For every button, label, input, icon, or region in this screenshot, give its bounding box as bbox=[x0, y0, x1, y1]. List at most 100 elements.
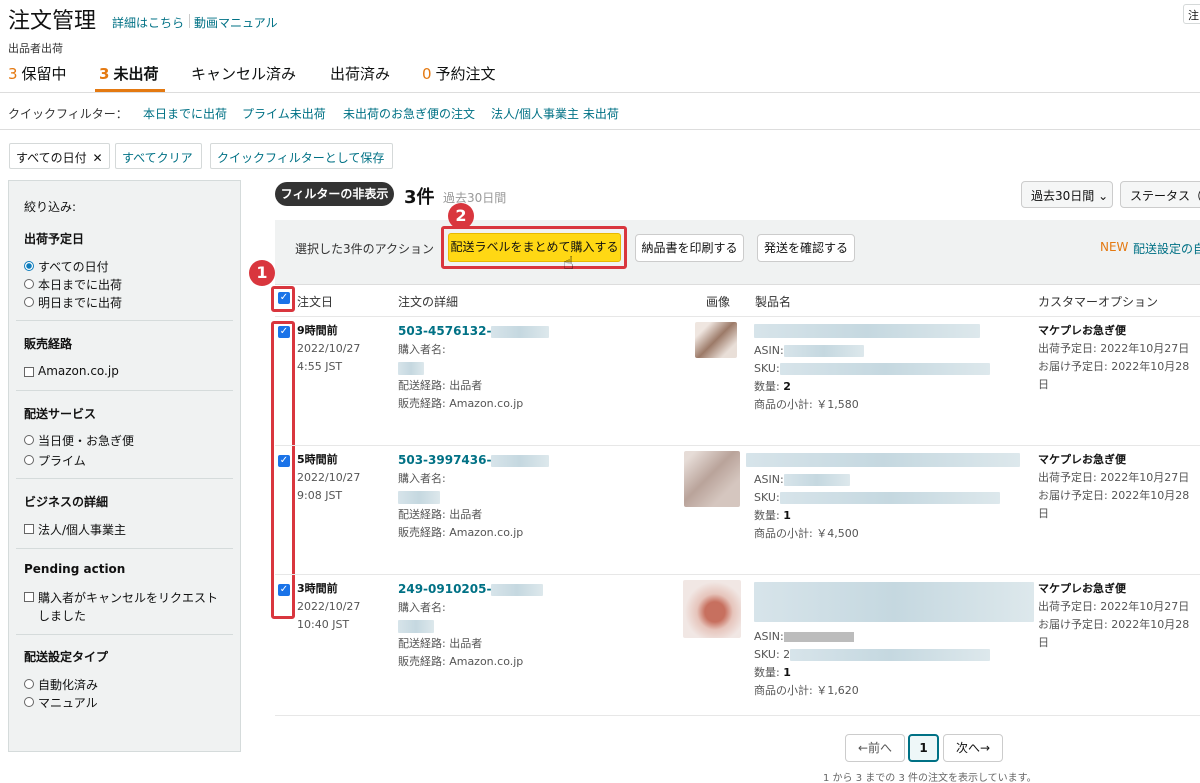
redacted bbox=[779, 492, 1000, 504]
highlight-box-select-all bbox=[271, 286, 295, 312]
column-header-product[interactable]: 製品名 bbox=[755, 293, 791, 310]
ship-type-automated[interactable]: 自動化済み bbox=[24, 676, 98, 693]
product-image[interactable] bbox=[683, 580, 741, 638]
tab-preorder[interactable]: 0 予約注文 bbox=[422, 63, 496, 84]
service-prime[interactable]: プライム bbox=[24, 452, 86, 469]
radio[interactable] bbox=[24, 297, 34, 307]
sidebar-divider bbox=[16, 548, 233, 549]
tab-shipped[interactable]: 出荷済み bbox=[330, 63, 390, 84]
sidebar-divider bbox=[16, 320, 233, 321]
column-header-date[interactable]: 注文日 bbox=[297, 293, 333, 310]
product-image[interactable] bbox=[684, 451, 740, 507]
pending-cancel-request[interactable]: 購入者がキャンセルをリクエストしました bbox=[24, 589, 229, 625]
radio-selected[interactable] bbox=[24, 261, 34, 271]
row-divider bbox=[275, 316, 1200, 317]
print-slips-button[interactable]: 納品書を印刷する bbox=[635, 234, 744, 262]
sidebar-divider bbox=[16, 634, 233, 635]
redacted-product-name bbox=[746, 453, 1020, 467]
product-cell: ASIN: SKU: 数量: 1 商品の小計: ￥4,500 bbox=[746, 451, 1021, 543]
tab-unshipped[interactable]: 3 未出荷 bbox=[99, 63, 158, 84]
ship-type-manual[interactable]: マニュアル bbox=[24, 694, 98, 711]
hide-filters-button[interactable]: フィルターの非表示 bbox=[275, 182, 394, 206]
current-page[interactable]: 1 bbox=[908, 734, 939, 762]
checkbox[interactable] bbox=[24, 592, 34, 602]
pending-heading: Pending action bbox=[24, 562, 126, 576]
channel-heading: 販売経路 bbox=[24, 337, 73, 351]
business-option[interactable]: 法人/個人事業主 bbox=[24, 521, 126, 538]
quick-filter-business[interactable]: 法人/個人事業主 未出荷 bbox=[491, 105, 619, 122]
table-top-border bbox=[275, 284, 1200, 285]
order-date-cell: 9時間前 2022/10/27 4:55 JST bbox=[297, 324, 361, 373]
result-period: 過去30日間 bbox=[443, 191, 507, 205]
redacted bbox=[491, 584, 544, 596]
next-page-button[interactable]: 次へ→ bbox=[943, 734, 1003, 762]
ship-date-heading: 出荷予定日 bbox=[24, 232, 85, 246]
redacted bbox=[398, 361, 424, 375]
video-manual-link[interactable]: 動画マニュアル bbox=[194, 14, 278, 31]
ship-date-all[interactable]: すべての日付 bbox=[24, 258, 109, 275]
order-date-cell: 3時間前 2022/10/27 10:40 JST bbox=[297, 582, 361, 631]
column-header-image: 画像 bbox=[706, 295, 731, 309]
business-heading: ビジネスの詳細 bbox=[24, 495, 109, 509]
radio[interactable] bbox=[24, 679, 34, 689]
redacted-product-name bbox=[754, 324, 980, 338]
order-date-cell: 5時間前 2022/10/27 9:08 JST bbox=[297, 453, 361, 502]
checkbox[interactable] bbox=[24, 524, 34, 534]
quick-filter-express[interactable]: 未出荷のお急ぎ便の注文 bbox=[343, 105, 475, 122]
tab-cancelled[interactable]: キャンセル済み bbox=[191, 63, 296, 84]
order-details-cell: 249-0910205- 購入者名: 配送経路: 出品者 販売経路: Amazo… bbox=[398, 580, 688, 671]
result-count: 3件 bbox=[404, 187, 435, 208]
close-icon[interactable]: ✕ bbox=[93, 151, 103, 165]
topright-button[interactable]: 注 bbox=[1183, 4, 1200, 24]
redacted bbox=[790, 649, 991, 661]
clear-all-button[interactable]: すべてクリア bbox=[115, 143, 202, 169]
customer-option-cell: マケプレお急ぎ便 出荷予定日: 2022年10月27日 お届け予定日: 2022… bbox=[1038, 324, 1190, 391]
new-badge: NEW bbox=[1100, 240, 1129, 254]
row-checkbox[interactable]: ✓ bbox=[278, 455, 290, 467]
sidebar-title: 絞り込み: bbox=[24, 200, 77, 214]
header-divider bbox=[189, 14, 190, 28]
radio[interactable] bbox=[24, 435, 34, 445]
page-title: 注文管理 bbox=[8, 9, 97, 34]
divider bbox=[0, 92, 1200, 93]
pagination-info: 1 から 3 までの 3 件の注文を表示しています。 bbox=[823, 773, 1037, 783]
details-link[interactable]: 詳細はこちら bbox=[112, 14, 184, 31]
divider bbox=[0, 129, 1200, 130]
order-id-link[interactable]: 249-0910205- bbox=[398, 582, 491, 596]
radio[interactable] bbox=[24, 455, 34, 465]
row-checkbox[interactable]: ✓ bbox=[278, 326, 290, 338]
confirm-shipment-button[interactable]: 発送を確認する bbox=[757, 234, 855, 262]
ship-date-today[interactable]: 本日までに出荷 bbox=[24, 276, 122, 293]
radio[interactable] bbox=[24, 697, 34, 707]
quick-filter-label: クイックフィルター： bbox=[8, 107, 128, 121]
row-divider bbox=[275, 574, 1200, 575]
redacted bbox=[398, 619, 434, 633]
redacted bbox=[491, 455, 550, 467]
all-dates-chip[interactable]: すべての日付 ✕ bbox=[9, 143, 110, 169]
service-express[interactable]: 当日便・お急ぎ便 bbox=[24, 432, 134, 449]
redacted bbox=[491, 326, 550, 338]
row-checkbox[interactable]: ✓ bbox=[278, 584, 290, 596]
redacted bbox=[783, 474, 850, 486]
shipping-settings-link[interactable]: 配送設定の自 bbox=[1133, 240, 1200, 257]
quick-filter-today[interactable]: 本日までに出荷 bbox=[143, 105, 227, 122]
customer-option-cell: マケプレお急ぎ便 出荷予定日: 2022年10月27日 お届け予定日: 2022… bbox=[1038, 453, 1190, 520]
quick-filter-prime[interactable]: プライム未出荷 bbox=[242, 105, 326, 122]
chevron-down-icon: ⌄ bbox=[1098, 189, 1109, 203]
chip-label: すべての日付 bbox=[16, 151, 87, 165]
ship-date-tomorrow[interactable]: 明日までに出荷 bbox=[24, 294, 122, 311]
redacted bbox=[779, 363, 990, 375]
order-id-link[interactable]: 503-4576132- bbox=[398, 324, 491, 338]
status-dropdown[interactable]: ステータス（ bbox=[1120, 181, 1200, 208]
save-quick-filter-button[interactable]: クイックフィルターとして保存 bbox=[210, 143, 393, 169]
radio[interactable] bbox=[24, 279, 34, 289]
channel-amazon[interactable]: Amazon.co.jp bbox=[24, 364, 119, 378]
customer-option-cell: マケプレお急ぎ便 出荷予定日: 2022年10月27日 お届け予定日: 2022… bbox=[1038, 582, 1190, 649]
product-image[interactable] bbox=[695, 322, 737, 358]
page-subtitle: 出品者出荷 bbox=[8, 42, 63, 55]
checkbox[interactable] bbox=[24, 367, 34, 377]
period-dropdown[interactable]: 過去30日間 ⌄ bbox=[1021, 181, 1113, 208]
order-id-link[interactable]: 503-3997436- bbox=[398, 453, 491, 467]
tab-pending[interactable]: 3 保留中 bbox=[8, 63, 67, 84]
prev-page-button[interactable]: ←前へ bbox=[845, 734, 905, 762]
